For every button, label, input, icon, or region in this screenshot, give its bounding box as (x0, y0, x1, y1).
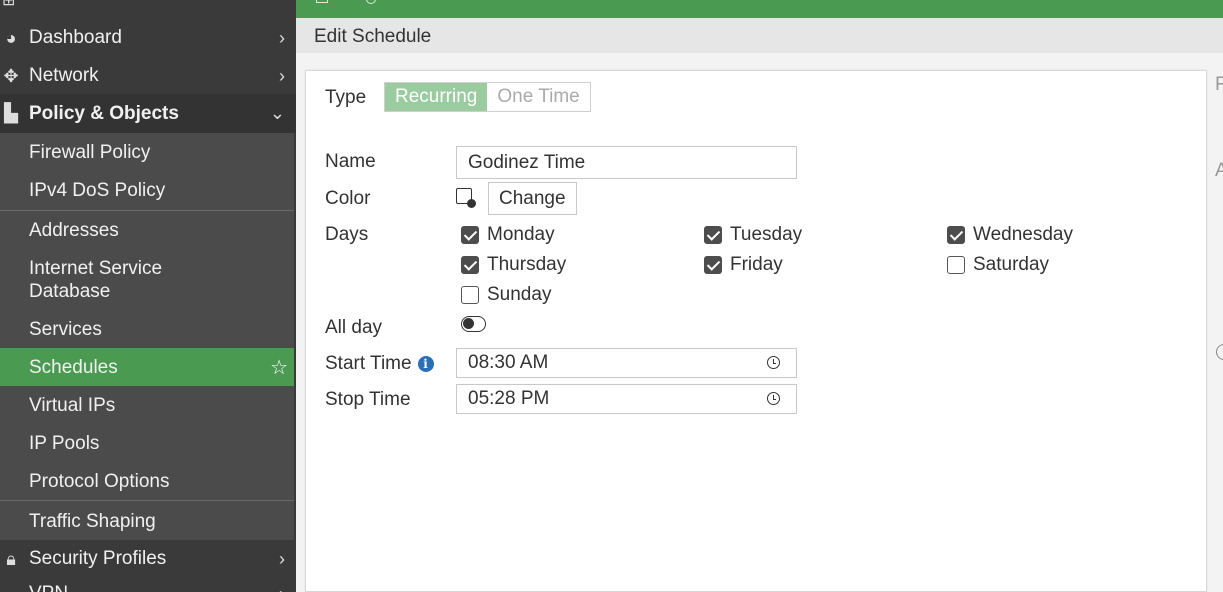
name-input[interactable]: Godinez Time (456, 146, 797, 179)
sidebar-item-traffic-shaping[interactable]: Traffic Shaping (0, 501, 294, 540)
checkbox-checked[interactable] (704, 256, 722, 274)
sidebar-item-ipv4-dos-policy[interactable]: IPv4 DoS Policy (0, 171, 294, 210)
fortinet-logo-icon: ⊞ (2, 0, 16, 9)
day-checkbox-friday[interactable]: Friday (704, 254, 783, 276)
lock-icon: 🔒︎ (6, 548, 16, 569)
sidebar-item-policy-objects[interactable]: ▙ Policy & Objects ⌄ (0, 94, 296, 133)
checkbox-checked[interactable] (461, 226, 479, 244)
name-label: Name (325, 151, 376, 172)
checkbox-checked[interactable] (947, 226, 965, 244)
stop-time-label: Stop Time (325, 389, 411, 410)
chevron-right-icon: › (279, 548, 285, 569)
sidebar-item-firewall-policy[interactable]: Firewall Policy (0, 133, 294, 171)
start-time-label: Start Time i (325, 353, 434, 375)
sidebar-item-security-profiles[interactable]: 🔒︎ Security Profiles › (0, 547, 296, 571)
sidebar-item-virtual-ips[interactable]: Virtual IPs (0, 386, 294, 424)
checkbox-unchecked[interactable] (947, 256, 965, 274)
type-recurring-option[interactable]: Recurring (385, 83, 488, 111)
policy-objects-icon: ▙ (4, 103, 18, 123)
clock-icon[interactable] (767, 392, 780, 405)
side-panel-fragment: A (1215, 160, 1223, 181)
checkbox-checked[interactable] (704, 226, 722, 244)
sidebar-item-services[interactable]: Services (0, 310, 294, 348)
change-color-button[interactable]: Change (488, 182, 577, 215)
color-label: Color (325, 188, 371, 209)
sidebar-item-vpn[interactable]: ▭ VPN › (0, 582, 296, 592)
vpn-icon: ▭ (0, 584, 22, 592)
day-checkbox-wednesday[interactable]: Wednesday (947, 224, 1073, 246)
side-panel-icon (1216, 344, 1223, 360)
chevron-right-icon: › (279, 584, 285, 592)
sidebar-item-protocol-options[interactable]: Protocol Options (0, 462, 294, 500)
checkbox-checked[interactable] (461, 256, 479, 274)
color-swatch-icon (456, 188, 476, 208)
network-icon: ✥ (3, 65, 19, 86)
star-icon[interactable]: ☆ (270, 355, 288, 380)
stop-time-input[interactable]: 05:28 PM (456, 384, 797, 414)
day-checkbox-sunday[interactable]: Sunday (461, 284, 551, 306)
sidebar-item-internet-service-database[interactable]: Internet Service Database (0, 250, 294, 310)
page-title: Edit Schedule (314, 26, 432, 47)
days-label: Days (325, 224, 369, 245)
all-day-toggle[interactable] (461, 316, 486, 332)
menu-icon[interactable] (316, 0, 328, 3)
day-checkbox-monday[interactable]: Monday (461, 224, 555, 246)
day-checkbox-tuesday[interactable]: Tuesday (704, 224, 802, 246)
clock-icon[interactable] (767, 356, 780, 369)
info-icon[interactable]: i (417, 356, 434, 372)
sidebar-item-addresses[interactable]: Addresses (0, 211, 294, 250)
type-one-time-option[interactable]: One Time (487, 83, 590, 111)
sidebar-item-schedules[interactable]: Schedules ☆ (0, 348, 294, 386)
edit-schedule-panel: Type Recurring One Time Name Godinez Tim… (305, 70, 1207, 592)
type-label: Type (325, 87, 367, 108)
chevron-down-icon: ⌄ (269, 103, 285, 123)
dashboard-icon: ◕ (5, 27, 17, 48)
search-icon[interactable] (366, 0, 376, 4)
chevron-right-icon: › (279, 65, 285, 86)
all-day-label: All day (325, 317, 383, 338)
type-toggle: Recurring One Time (384, 82, 591, 112)
day-checkbox-thursday[interactable]: Thursday (461, 254, 566, 276)
sidebar-item-network[interactable]: ✥ Network › (0, 64, 296, 88)
day-checkbox-saturday[interactable]: Saturday (947, 254, 1049, 276)
start-time-input[interactable]: 08:30 AM (456, 348, 797, 378)
sidebar-item-dashboard[interactable]: ◕ Dashboard › (0, 26, 296, 50)
checkbox-unchecked[interactable] (461, 286, 479, 304)
page-header: Edit Schedule (296, 18, 1223, 53)
chevron-right-icon: › (279, 27, 285, 48)
side-panel-fragment: F (1215, 74, 1223, 95)
sidebar-item-ip-pools[interactable]: IP Pools (0, 424, 294, 462)
top-bar (296, 0, 1223, 18)
sidebar: ⊞ ◕ Dashboard › ✥ Network › ▙ Policy & O… (0, 0, 296, 592)
